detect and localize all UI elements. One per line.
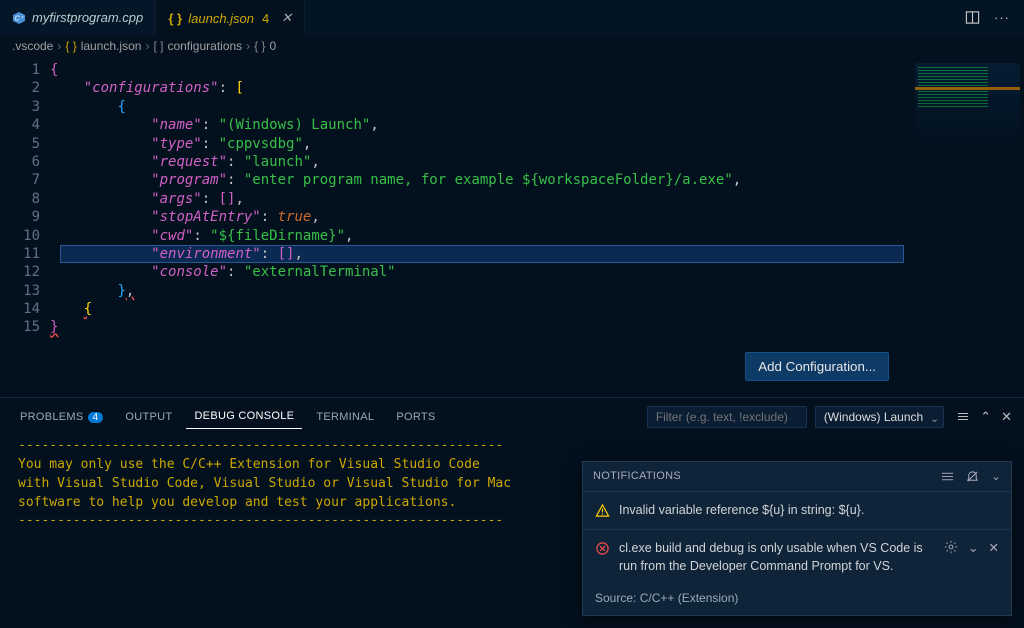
breadcrumb-segment[interactable]: 0 bbox=[270, 39, 277, 53]
close-icon[interactable]: ✕ bbox=[281, 10, 292, 26]
panel-tab-terminal[interactable]: TERMINAL bbox=[308, 405, 382, 429]
chevron-down-icon: ⌄ bbox=[930, 412, 939, 425]
svg-text:C⁺: C⁺ bbox=[15, 15, 25, 22]
minimap[interactable] bbox=[915, 63, 1020, 143]
clear-console-icon[interactable] bbox=[956, 409, 970, 425]
code-editor[interactable]: 123456789101112131415 { "configurations"… bbox=[0, 57, 1024, 397]
dropdown-value: (Windows) Launch bbox=[824, 410, 923, 424]
breadcrumb-segment[interactable]: .vscode bbox=[12, 39, 53, 53]
panel-tab-output[interactable]: OUTPUT bbox=[117, 405, 180, 429]
error-icon bbox=[595, 541, 611, 575]
warning-icon bbox=[595, 503, 611, 520]
breadcrumb[interactable]: .vscode › { } launch.json › [ ] configur… bbox=[0, 35, 1024, 57]
notification-source: Source: C/C++ (Extension) bbox=[583, 585, 1011, 615]
tab-label: launch.json bbox=[188, 11, 254, 26]
json-icon: { } bbox=[168, 11, 182, 25]
object-icon: { } bbox=[254, 39, 265, 53]
debug-console-filter-input[interactable] bbox=[647, 406, 807, 428]
gear-icon[interactable] bbox=[944, 540, 958, 554]
editor-tab-cpp[interactable]: C⁺ myfirstprogram.cpp bbox=[0, 0, 156, 35]
breadcrumb-segment[interactable]: configurations bbox=[167, 39, 242, 53]
chevron-right-icon: › bbox=[246, 39, 250, 53]
json-icon: { } bbox=[65, 39, 76, 53]
line-number-gutter: 123456789101112131415 bbox=[0, 57, 50, 397]
panel-tab-ports[interactable]: PORTS bbox=[388, 405, 443, 429]
notifications-header: NOTIFICATIONS ⌄ bbox=[583, 462, 1011, 491]
array-icon: [ ] bbox=[153, 39, 163, 53]
tabs-right-actions: ··· bbox=[965, 0, 1024, 35]
tab-problems-badge: 4 bbox=[262, 11, 269, 26]
notification-item-error: cl.exe build and debug is only usable wh… bbox=[583, 529, 1011, 585]
chevron-right-icon: › bbox=[145, 39, 149, 53]
do-not-disturb-icon[interactable] bbox=[966, 470, 979, 483]
panel-tab-problems[interactable]: PROBLEMS4 bbox=[12, 405, 111, 429]
hide-notifications-icon[interactable]: ⌄ bbox=[991, 470, 1001, 483]
panel-tabs: PROBLEMS4 OUTPUT DEBUG CONSOLE TERMINAL … bbox=[0, 398, 1024, 429]
close-panel-icon[interactable]: ✕ bbox=[1001, 409, 1012, 425]
breadcrumb-segment[interactable]: launch.json bbox=[81, 39, 142, 53]
more-actions-icon[interactable]: ··· bbox=[994, 10, 1010, 25]
notifications-filter-icon[interactable] bbox=[941, 470, 954, 483]
split-editor-icon[interactable] bbox=[965, 10, 980, 25]
problems-count-badge: 4 bbox=[88, 412, 104, 423]
notifications-panel: NOTIFICATIONS ⌄ Invalid variable referen… bbox=[582, 461, 1012, 617]
launch-config-dropdown[interactable]: (Windows) Launch ⌄ bbox=[815, 406, 944, 428]
chevron-right-icon: › bbox=[57, 39, 61, 53]
code-content[interactable]: { "configurations": [ { "name": "(Window… bbox=[50, 57, 1024, 397]
notification-item-warning: Invalid variable reference ${u} in strin… bbox=[583, 491, 1011, 530]
close-notification-icon[interactable]: ✕ bbox=[989, 540, 999, 555]
panel-tab-debug-console[interactable]: DEBUG CONSOLE bbox=[186, 404, 302, 429]
notification-text: cl.exe build and debug is only usable wh… bbox=[619, 540, 930, 575]
cpp-icon: C⁺ bbox=[12, 11, 26, 25]
tab-label: myfirstprogram.cpp bbox=[32, 10, 143, 25]
editor-tab-launch-json[interactable]: { } launch.json 4 ✕ bbox=[156, 0, 305, 35]
collapse-panel-icon[interactable]: ⌃ bbox=[980, 409, 991, 425]
notifications-title: NOTIFICATIONS bbox=[593, 470, 681, 482]
collapse-notification-icon[interactable]: ⌄ bbox=[968, 540, 978, 555]
editor-tabs-bar: C⁺ myfirstprogram.cpp { } launch.json 4 … bbox=[0, 0, 1024, 35]
add-configuration-button[interactable]: Add Configuration... bbox=[745, 352, 889, 381]
notification-text: Invalid variable reference ${u} in strin… bbox=[619, 502, 999, 520]
